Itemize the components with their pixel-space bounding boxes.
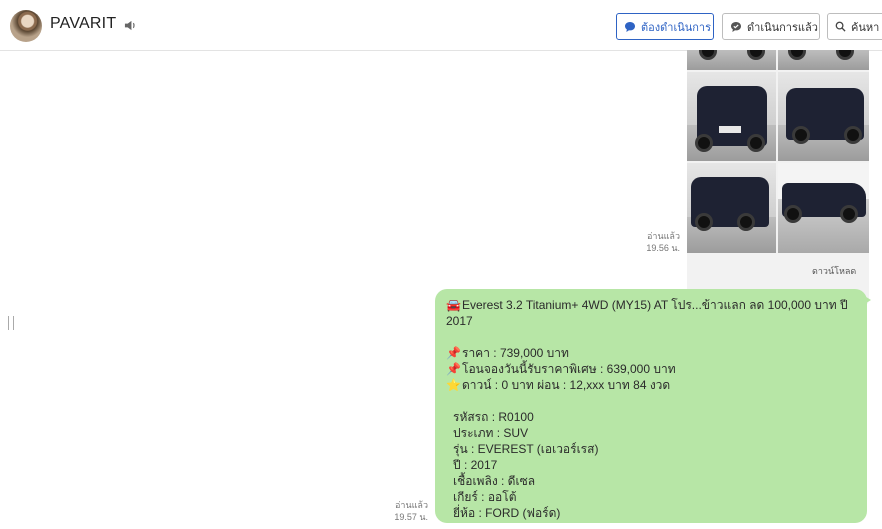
car-photo[interactable] <box>778 72 869 161</box>
car-code-line: รหัสรถ : R0100 <box>453 410 534 424</box>
brand-line: ยี่ห้อ : FORD (ฟอร์ด) <box>453 506 561 520</box>
search-button-label: ค้นหา <box>851 21 880 34</box>
message-title: 🚘Everest 3.2 Titanium+ 4WD (MY15) AT โปร… <box>446 298 848 312</box>
price-line: 📌ราคา : 739,000 บาท <box>446 346 569 360</box>
contact-name[interactable]: PAVARIT <box>50 15 116 33</box>
chat-area[interactable]: อ่านแล้ว 19.56 น. ดาวน์โหลด อ่านแล้ว 19.… <box>0 50 882 529</box>
text-message-meta: อ่านแล้ว 19.57 น. <box>378 499 428 523</box>
car-photo[interactable] <box>778 50 869 70</box>
pin-icon: 📌 <box>446 362 461 376</box>
resize-handle[interactable] <box>8 316 14 330</box>
done-button-label: ดำเนินการแล้ว <box>747 21 818 34</box>
speaker-icon[interactable] <box>124 19 137 32</box>
car-type-line: ประเภท : SUV <box>453 426 529 440</box>
car-emoji-icon: 🚘 <box>446 298 461 312</box>
gear-line: เกียร์ : ออโต้ <box>453 490 517 504</box>
car-photo[interactable] <box>687 50 776 70</box>
avatar[interactable] <box>10 10 42 42</box>
car-photo[interactable] <box>778 163 869 253</box>
pin-icon: 📌 <box>446 346 461 360</box>
message-time: 19.57 น. <box>394 512 428 522</box>
search-button[interactable]: ค้นหา <box>827 13 882 40</box>
todo-button-label: ต้องดำเนินการ <box>641 21 711 34</box>
message-title-cont: 2017 <box>446 314 473 328</box>
read-status: อ่านแล้ว <box>395 500 428 510</box>
fuel-line: เชื้อเพลิง : ดีเซล <box>453 474 536 488</box>
model-line: รุ่น : EVEREST (เอเวอร์เรส) <box>453 442 599 456</box>
chat-check-icon <box>731 21 741 32</box>
star-icon: ⭐ <box>446 378 461 392</box>
chat-header: PAVARIT ต้องดำเนินการ ดำเนินการแล้ว ค้นห… <box>0 0 882 51</box>
car-photo[interactable] <box>687 72 776 161</box>
car-photo[interactable] <box>687 163 776 253</box>
done-button[interactable]: ดำเนินการแล้ว <box>722 13 820 40</box>
installment-line: ⭐ดาวน์ : 0 บาท ผ่อน : 12,xxx บาท 84 งวด <box>446 378 671 392</box>
photo-message-meta: อ่านแล้ว 19.56 น. <box>630 230 680 254</box>
message-time: 19.56 น. <box>646 243 680 253</box>
special-price-line: 📌โอนจองวันนี้รับราคาพิเศษ : 639,000 บาท <box>446 362 676 376</box>
year-line: ปี : 2017 <box>453 458 498 472</box>
todo-button[interactable]: ต้องดำเนินการ <box>616 13 714 40</box>
search-icon <box>835 21 846 32</box>
read-status: อ่านแล้ว <box>647 231 680 241</box>
chat-bubble-icon <box>625 21 635 32</box>
text-message-bubble[interactable]: 🚘Everest 3.2 Titanium+ 4WD (MY15) AT โปร… <box>435 289 871 523</box>
download-link[interactable]: ดาวน์โหลด <box>812 264 856 278</box>
